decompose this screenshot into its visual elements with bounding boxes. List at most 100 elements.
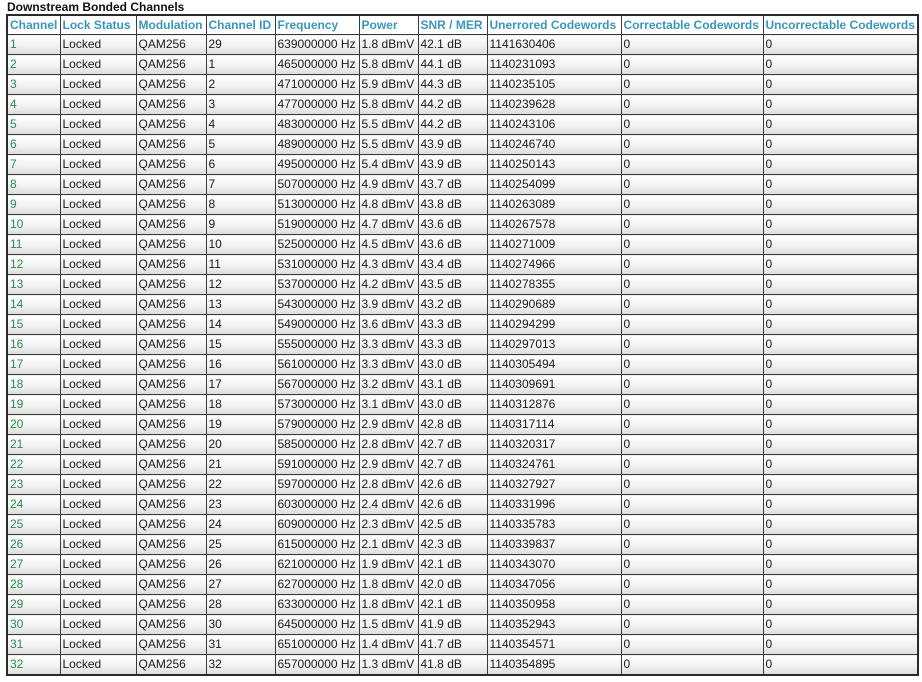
cell-unerrored-codewords: 1140246740: [486, 134, 622, 155]
cell-channel: 22: [6, 454, 61, 475]
cell-modulation: QAM256: [135, 614, 207, 635]
cell-uncorrectable-codewords: 0: [762, 334, 919, 355]
cell-unerrored-codewords: 1140317114: [486, 414, 622, 435]
cell-power: 3.3 dBmV: [358, 354, 419, 375]
cell-channel-id: 8: [205, 194, 276, 215]
cell-power: 1.8 dBmV: [358, 574, 419, 595]
cell-unerrored-codewords: 1140354895: [486, 654, 622, 676]
cell-channel: 15: [6, 314, 61, 335]
cell-lock-status: Locked: [59, 294, 137, 315]
cell-frequency: 585000000 Hz: [274, 434, 360, 455]
cell-modulation: QAM256: [135, 54, 207, 75]
cell-modulation: QAM256: [135, 294, 207, 315]
cell-channel: 6: [6, 134, 61, 155]
cell-uncorrectable-codewords: 0: [762, 434, 919, 455]
cell-uncorrectable-codewords: 0: [762, 654, 919, 676]
cell-unerrored-codewords: 1140235105: [486, 74, 622, 95]
cell-frequency: 609000000 Hz: [274, 514, 360, 535]
cell-uncorrectable-codewords: 0: [762, 514, 919, 535]
cell-lock-status: Locked: [59, 634, 137, 655]
cell-channel: 2: [6, 54, 61, 75]
cell-power: 2.9 dBmV: [358, 454, 419, 475]
cell-frequency: 639000000 Hz: [274, 34, 360, 55]
cell-frequency: 495000000 Hz: [274, 154, 360, 175]
table-row: 13 Locked QAM256 12 537000000 Hz 4.2 dBmV 43.5…: [6, 274, 919, 295]
table-body: 1 Locked QAM256 29 639000000 Hz 1.8 dBmV 42.1 …: [6, 34, 919, 676]
cell-lock-status: Locked: [59, 554, 137, 575]
cell-correctable-codewords: 0: [620, 374, 764, 395]
table-row: 2 Locked QAM256 1 465000000 Hz 5.8 dBmV 44.1 d…: [6, 54, 919, 75]
cell-channel: 26: [6, 534, 61, 555]
cell-frequency: 573000000 Hz: [274, 394, 360, 415]
cell-channel: 17: [6, 354, 61, 375]
cell-modulation: QAM256: [135, 534, 207, 555]
cell-modulation: QAM256: [135, 574, 207, 595]
cell-frequency: 489000000 Hz: [274, 134, 360, 155]
cell-channel-id: 11: [205, 254, 276, 275]
cell-channel-id: 9: [205, 214, 276, 235]
cell-correctable-codewords: 0: [620, 434, 764, 455]
cell-uncorrectable-codewords: 0: [762, 414, 919, 435]
cell-channel-id: 23: [205, 494, 276, 515]
cell-correctable-codewords: 0: [620, 554, 764, 575]
table-row: 29 Locked QAM256 28 633000000 Hz 1.8 dBmV 42.1…: [6, 594, 919, 615]
cell-lock-status: Locked: [59, 134, 137, 155]
cell-power: 3.6 dBmV: [358, 314, 419, 335]
column-header-power: Power: [358, 14, 419, 35]
cell-channel: 29: [6, 594, 61, 615]
cell-power: 4.2 dBmV: [358, 274, 419, 295]
cell-lock-status: Locked: [59, 114, 137, 135]
cell-unerrored-codewords: 1140350958: [486, 594, 622, 615]
cell-correctable-codewords: 0: [620, 354, 764, 375]
cell-modulation: QAM256: [135, 634, 207, 655]
cell-channel-id: 14: [205, 314, 276, 335]
cell-channel-id: 25: [205, 534, 276, 555]
cell-uncorrectable-codewords: 0: [762, 214, 919, 235]
cell-modulation: QAM256: [135, 394, 207, 415]
cell-lock-status: Locked: [59, 514, 137, 535]
column-header-frequency: Frequency: [274, 14, 360, 35]
cell-frequency: 483000000 Hz: [274, 114, 360, 135]
cell-power: 1.8 dBmV: [358, 34, 419, 55]
cell-channel: 24: [6, 494, 61, 515]
cell-lock-status: Locked: [59, 194, 137, 215]
cell-correctable-codewords: 0: [620, 634, 764, 655]
table-row: 6 Locked QAM256 5 489000000 Hz 5.5 dBmV 43.9 d…: [6, 134, 919, 155]
cell-frequency: 597000000 Hz: [274, 474, 360, 495]
cell-unerrored-codewords: 1141630406: [486, 34, 622, 55]
cell-channel: 7: [6, 154, 61, 175]
cell-uncorrectable-codewords: 0: [762, 354, 919, 375]
cell-snr-mer: 43.6 dB: [417, 234, 488, 255]
cell-frequency: 561000000 Hz: [274, 354, 360, 375]
cell-modulation: QAM256: [135, 174, 207, 195]
cell-unerrored-codewords: 1140267578: [486, 214, 622, 235]
cell-unerrored-codewords: 1140327927: [486, 474, 622, 495]
cell-unerrored-codewords: 1140339837: [486, 534, 622, 555]
cell-channel: 32: [6, 654, 61, 676]
cell-snr-mer: 42.5 dB: [417, 514, 488, 535]
cell-snr-mer: 41.7 dB: [417, 634, 488, 655]
cell-power: 5.5 dBmV: [358, 134, 419, 155]
column-header-correctable-codewords: Correctable Codewords: [620, 14, 764, 35]
cell-snr-mer: 41.8 dB: [417, 654, 488, 676]
cell-uncorrectable-codewords: 0: [762, 394, 919, 415]
table-row: 27 Locked QAM256 26 621000000 Hz 1.9 dBmV 42.1…: [6, 554, 919, 575]
cell-unerrored-codewords: 1140335783: [486, 514, 622, 535]
cell-modulation: QAM256: [135, 494, 207, 515]
cell-modulation: QAM256: [135, 234, 207, 255]
cell-unerrored-codewords: 1140309691: [486, 374, 622, 395]
column-header-uncorrectable-codewords: Uncorrectable Codewords: [762, 14, 919, 35]
cell-unerrored-codewords: 1140331996: [486, 494, 622, 515]
table-row: 18 Locked QAM256 17 567000000 Hz 3.2 dBmV 43.1…: [6, 374, 919, 395]
cell-uncorrectable-codewords: 0: [762, 314, 919, 335]
cell-unerrored-codewords: 1140305494: [486, 354, 622, 375]
table-row: 30 Locked QAM256 30 645000000 Hz 1.5 dBmV 41.9…: [6, 614, 919, 635]
cell-power: 2.4 dBmV: [358, 494, 419, 515]
cell-channel-id: 31: [205, 634, 276, 655]
cell-snr-mer: 43.0 dB: [417, 354, 488, 375]
cell-correctable-codewords: 0: [620, 454, 764, 475]
cell-frequency: 549000000 Hz: [274, 314, 360, 335]
cell-channel: 21: [6, 434, 61, 455]
cell-modulation: QAM256: [135, 334, 207, 355]
cell-channel: 5: [6, 114, 61, 135]
